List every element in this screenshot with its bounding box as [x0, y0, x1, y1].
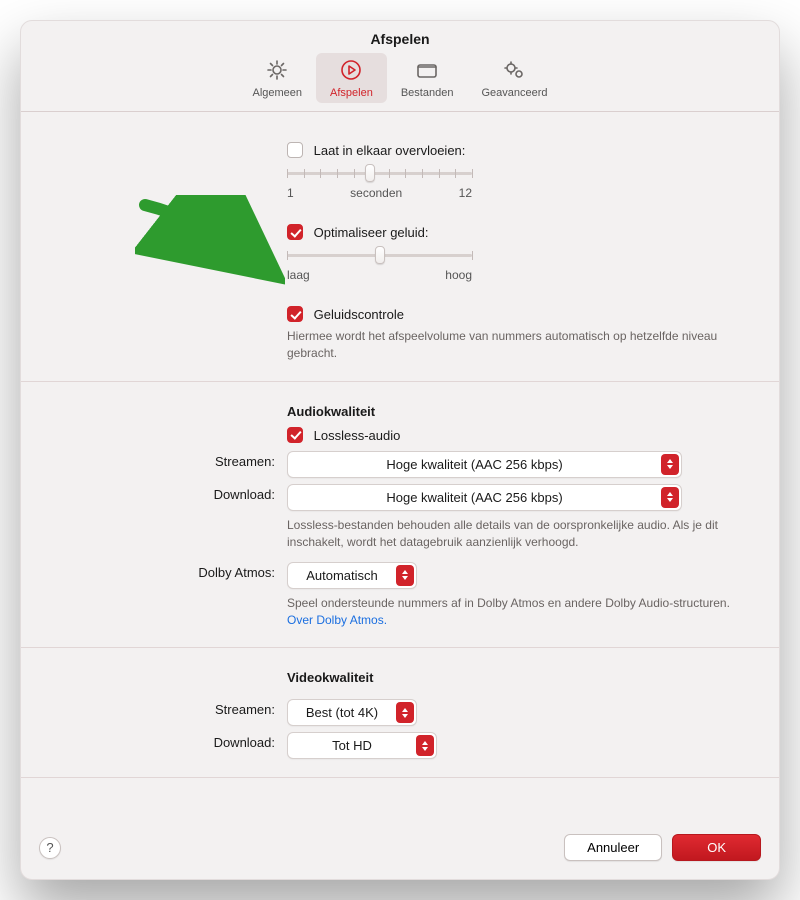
play-circle-icon	[338, 57, 364, 83]
soundcheck-label: Geluidscontrole	[314, 307, 404, 322]
lossless-desc: Lossless-bestanden behouden alle details…	[287, 517, 743, 552]
lossless-label: Lossless-audio	[314, 428, 401, 443]
preferences-window: Afspelen Algemeen Afspelen Bestanden Gea…	[20, 20, 780, 880]
optimize-high: hoog	[445, 268, 472, 282]
soundcheck-checkbox[interactable]	[287, 306, 303, 322]
select-caret-icon	[396, 565, 414, 586]
tab-label: Algemeen	[252, 87, 302, 99]
crossfade-max: 12	[459, 186, 472, 200]
lossless-checkbox[interactable]	[287, 427, 303, 443]
optimize-row: Optimaliseer geluid: laag hoog	[57, 224, 743, 282]
select-caret-icon	[661, 454, 679, 475]
audio-download-label: Download:	[57, 484, 287, 502]
tab-playback[interactable]: Afspelen	[316, 53, 387, 103]
tab-label: Bestanden	[401, 87, 454, 99]
ok-button[interactable]: OK	[672, 834, 761, 861]
crossfade-unit: seconden	[294, 186, 459, 200]
audio-stream-select[interactable]: Hoge kwaliteit (AAC 256 kbps)	[287, 451, 682, 478]
video-header: Videokwaliteit	[287, 670, 743, 685]
video-download-label: Download:	[57, 732, 287, 750]
audio-header: Audiokwaliteit	[287, 404, 743, 419]
select-caret-icon	[416, 735, 434, 756]
select-caret-icon	[396, 702, 414, 723]
crossfade-checkbox[interactable]	[287, 142, 303, 158]
content-pane: Laat in elkaar overvloeien: 1 seconden 1…	[21, 112, 779, 820]
tab-files[interactable]: Bestanden	[387, 53, 468, 103]
tab-general[interactable]: Algemeen	[238, 53, 316, 103]
tab-label: Afspelen	[330, 87, 373, 99]
optimize-low: laag	[287, 268, 310, 282]
tab-label: Geavanceerd	[481, 87, 547, 99]
window-title: Afspelen	[21, 21, 779, 53]
crossfade-row: Laat in elkaar overvloeien: 1 seconden 1…	[57, 142, 743, 200]
gear-icon	[264, 57, 290, 83]
soundcheck-desc: Hiermee wordt het afspeelvolume van numm…	[287, 328, 743, 363]
cancel-button[interactable]: Annuleer	[564, 834, 662, 861]
video-download-select[interactable]: Tot HD	[287, 732, 437, 759]
crossfade-slider[interactable]: 1 seconden 12	[287, 164, 743, 200]
dolby-desc: Speel ondersteunde nummers af in Dolby A…	[287, 595, 743, 630]
help-button[interactable]: ?	[39, 837, 61, 859]
dolby-link[interactable]: Over Dolby Atmos.	[287, 613, 387, 627]
dolby-label: Dolby Atmos:	[57, 562, 287, 580]
audio-stream-label: Streamen:	[57, 451, 287, 469]
soundcheck-row: Geluidscontrole Hiermee wordt het afspee…	[57, 306, 743, 363]
crossfade-min: 1	[287, 186, 294, 200]
crossfade-label: Laat in elkaar overvloeien:	[314, 143, 466, 158]
pref-toolbar: Algemeen Afspelen Bestanden Geavanceerd	[21, 53, 779, 112]
video-stream-label: Streamen:	[57, 699, 287, 717]
tab-advanced[interactable]: Geavanceerd	[467, 53, 561, 103]
footer: ? Annuleer OK	[21, 820, 779, 879]
folder-icon	[414, 57, 440, 83]
optimize-checkbox[interactable]	[287, 224, 303, 240]
optimize-label: Optimaliseer geluid:	[314, 225, 429, 240]
audio-download-select[interactable]: Hoge kwaliteit (AAC 256 kbps)	[287, 484, 682, 511]
select-caret-icon	[661, 487, 679, 508]
gears-icon	[501, 57, 527, 83]
optimize-slider[interactable]: laag hoog	[287, 246, 743, 282]
